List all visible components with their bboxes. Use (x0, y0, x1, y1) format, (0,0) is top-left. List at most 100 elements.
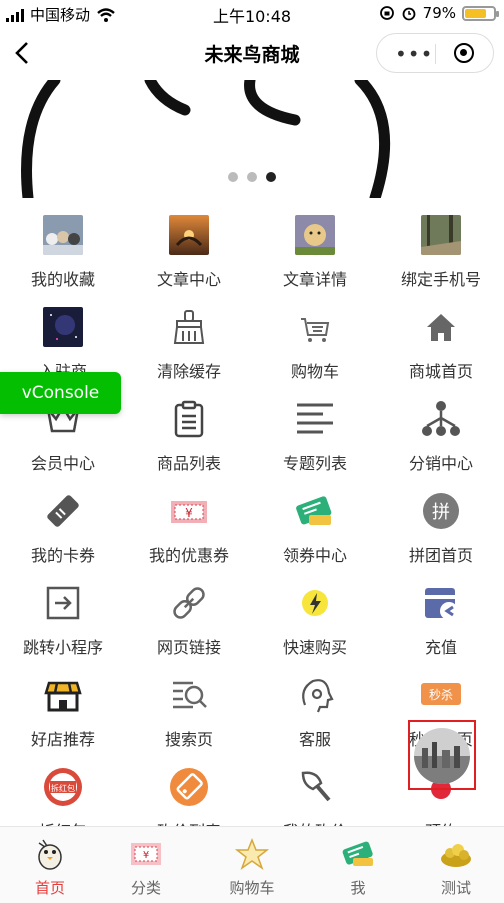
network-icon (421, 399, 461, 439)
grid-item-customer-service[interactable]: 客服 (252, 666, 378, 758)
grid-item-label: 好店推荐 (30, 730, 95, 749)
grid-item-label: 绑定手机号 (400, 270, 481, 289)
carousel-dot-active[interactable] (266, 172, 276, 182)
clipboard-icon (169, 399, 209, 439)
grid-item-label: 预约 (378, 818, 504, 826)
grid-item-label: 文章中心 (156, 270, 221, 289)
puppies-photo-icon (43, 215, 83, 255)
home-icon (421, 307, 461, 347)
grid-item-label: 拆红包 (0, 818, 126, 826)
grid-item-my-coupons[interactable]: ¥ 我的优惠券 (126, 482, 252, 574)
tab-label: 购物车 (229, 879, 275, 897)
grid-item-recharge[interactable]: 充值 (378, 574, 504, 666)
grid-item-label: 我的卡券 (30, 546, 95, 565)
grid-item-cart[interactable]: 购物车 (252, 298, 378, 390)
grid-item-clear-cache[interactable]: 清除缓存 (126, 298, 252, 390)
bargain-icon (169, 767, 209, 807)
grid-item-quick-buy[interactable]: 快速购买 (252, 574, 378, 666)
sunset-photo-icon (169, 215, 209, 255)
grid-item-label: 商城首页 (408, 362, 473, 381)
grid-item-label: 网页链接 (156, 638, 221, 657)
coupon-icon: ¥ (169, 491, 209, 531)
link-icon (169, 583, 209, 623)
battery-percent: 79% (422, 4, 456, 22)
grid-item-bind-phone[interactable]: 绑定手机号 (378, 206, 504, 298)
grid-item-my-cards[interactable]: 我的卡券 (0, 482, 126, 574)
battery-icon (462, 5, 499, 21)
tab-home[interactable]: 首页 (0, 827, 100, 903)
store-icon (43, 675, 83, 715)
svg-text:¥: ¥ (185, 506, 193, 520)
nav-bar: 未来鸟商城 ••• (0, 28, 504, 80)
svg-text:秒杀: 秒杀 (429, 687, 453, 702)
grid-item-favorites[interactable]: 我的收藏 (0, 206, 126, 298)
tab-label: 首页 (34, 879, 65, 897)
svg-text:拼: 拼 (432, 502, 450, 523)
coupon-green-icon (295, 491, 335, 531)
star-icon (234, 837, 270, 871)
space-photo-icon (43, 307, 83, 347)
tab-label: 我 (350, 879, 366, 897)
mini-program-capsule: ••• (376, 33, 494, 73)
food-icon (439, 837, 473, 871)
grid-item-mall-home[interactable]: 商城首页 (378, 298, 504, 390)
grid-item-label: 商品列表 (156, 454, 221, 473)
wallet-icon (421, 583, 461, 623)
tab-category[interactable]: ¥ 分类 (96, 827, 196, 903)
grid-item-label: 砍价列表 (126, 818, 252, 826)
grid-item-web-link[interactable]: 网页链接 (126, 574, 252, 666)
ticket-icon (43, 491, 83, 531)
red-packet-icon: 拆红包 (43, 767, 83, 807)
grid-item-label: 我的优惠券 (148, 546, 229, 565)
svg-text:拆红包: 拆红包 (51, 783, 75, 793)
grid-item-store-recommend[interactable]: 好店推荐 (0, 666, 126, 758)
grid-item-label: 专题列表 (282, 454, 347, 473)
grid-item-red-packet[interactable]: 拆红包 拆红包 (0, 758, 126, 826)
grid-item-bargain-list[interactable]: 砍价列表 (126, 758, 252, 826)
grid-item-article-center[interactable]: 文章中心 (126, 206, 252, 298)
grid-item-label: 文章详情 (282, 270, 347, 289)
svg-text:¥: ¥ (143, 850, 149, 861)
grid-item-label: 会员中心 (30, 454, 95, 473)
grid-item-label: 我的收藏 (30, 270, 95, 289)
alarm-icon (402, 7, 416, 21)
carousel-dots (0, 172, 504, 182)
lightning-icon (295, 583, 335, 623)
tab-test[interactable]: 测试 (406, 827, 504, 903)
grid-item-label: 拼团首页 (408, 546, 473, 565)
grid-item-group-buy[interactable]: 拼 拼团首页 (378, 482, 504, 574)
list-icon (295, 399, 335, 439)
grid-item-jump-mini-program[interactable]: 跳转小程序 (0, 574, 126, 666)
tab-me[interactable]: 我 (308, 827, 408, 903)
headset-icon (295, 675, 335, 715)
more-icon[interactable]: ••• (395, 42, 433, 66)
axe-icon (295, 767, 335, 807)
grid-item-search-page[interactable]: 搜索页 (126, 666, 252, 758)
grid-item-my-bargain[interactable]: 我的砍价 (252, 758, 378, 826)
grid-item-product-list[interactable]: 商品列表 (126, 390, 252, 482)
grid-item-article-detail[interactable]: 文章详情 (252, 206, 378, 298)
grid-item-distribution[interactable]: 分销中心 (378, 390, 504, 482)
tab-cart[interactable]: 购物车 (202, 827, 302, 903)
cart-icon (295, 307, 335, 347)
grid-item-label: 分销中心 (408, 454, 473, 473)
tab-label: 分类 (130, 879, 161, 897)
carousel-dot[interactable] (228, 172, 238, 182)
search-list-icon (169, 675, 209, 715)
grid-item-label: 跳转小程序 (22, 638, 103, 657)
flash-sale-icon: 秒杀 (421, 675, 461, 715)
grid-item-label: 清除缓存 (156, 362, 221, 381)
bird-home-icon (33, 837, 67, 871)
close-program-icon[interactable] (454, 43, 474, 63)
grid-item-label: 购物车 (290, 362, 339, 381)
rotation-lock-icon (379, 6, 394, 20)
vconsole-button[interactable]: vConsole (0, 372, 121, 414)
grid-item-coupon-center[interactable]: 领券中心 (252, 482, 378, 574)
grid-item-label: 快速购买 (282, 638, 347, 657)
grid-item-label: 充值 (424, 638, 457, 657)
grid-item-topic-list[interactable]: 专题列表 (252, 390, 378, 482)
carousel-dot[interactable] (247, 172, 257, 182)
tab-bar: 首页 ¥ 分类 购物车 我 测试 (0, 826, 504, 903)
forest-photo-icon (421, 215, 461, 255)
puppy-photo-icon (295, 215, 335, 255)
